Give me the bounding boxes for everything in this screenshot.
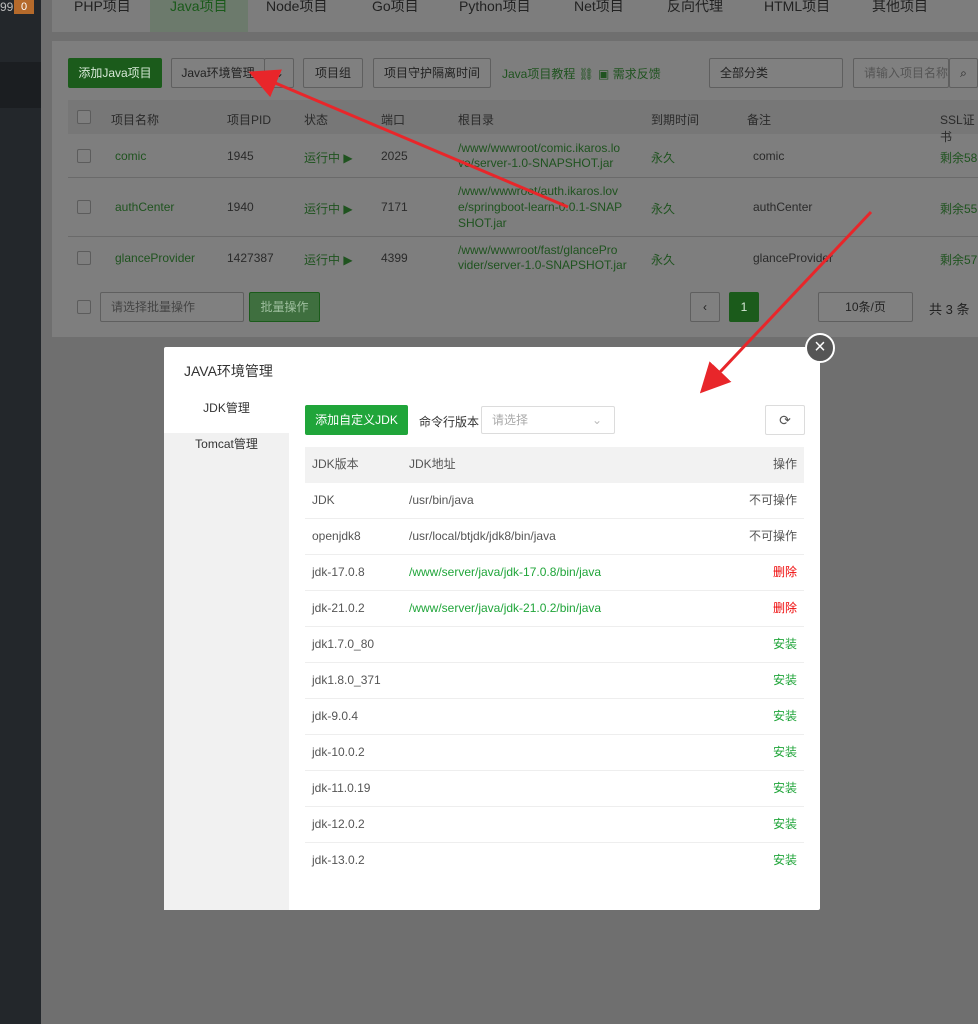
annotation-arrows [248,69,873,394]
arrow-to-modal [699,210,873,394]
arrow-to-env-button [248,69,569,209]
